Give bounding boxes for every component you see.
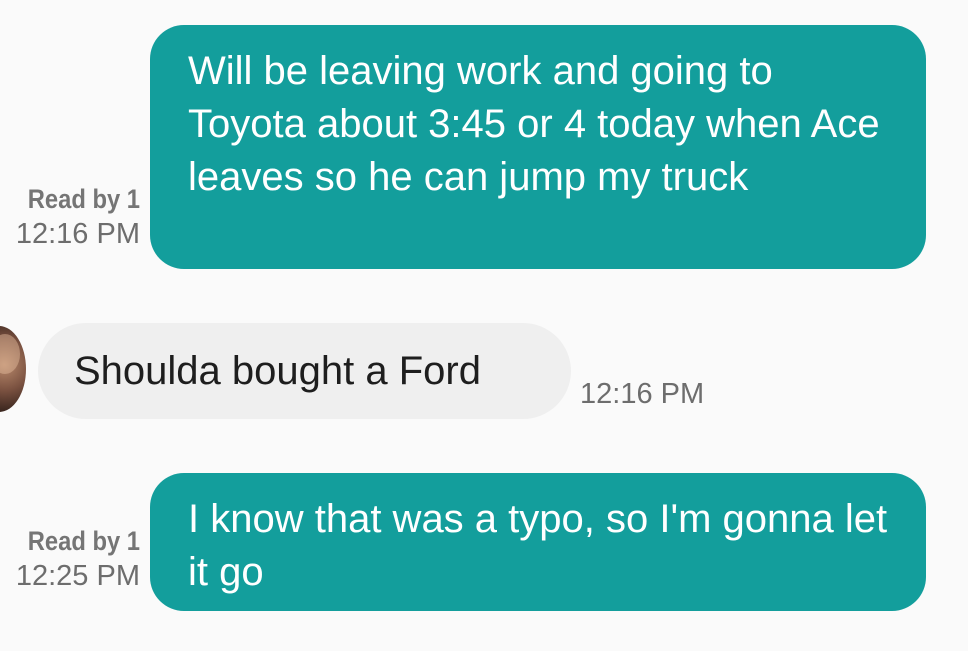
message-meta: Read by 1 12:16 PM bbox=[0, 182, 140, 252]
message-timestamp: 12:25 PM bbox=[15, 560, 140, 592]
message-thread: Read by 1 12:16 PM Will be leaving work … bbox=[0, 0, 968, 651]
contact-avatar[interactable] bbox=[0, 326, 26, 412]
incoming-message-bubble[interactable]: Shoulda bought a Ford bbox=[38, 323, 571, 419]
outgoing-message-bubble[interactable]: I know that was a typo, so I'm gonna let… bbox=[150, 473, 926, 611]
read-receipt: Read by 1 bbox=[27, 526, 140, 556]
outgoing-message-bubble[interactable]: Will be leaving work and going to Toyota… bbox=[150, 25, 926, 269]
message-meta: Read by 1 12:25 PM bbox=[0, 524, 140, 594]
message-timestamp: 12:16 PM bbox=[15, 218, 140, 250]
message-timestamp: 12:16 PM bbox=[580, 378, 705, 410]
read-receipt: Read by 1 bbox=[27, 184, 140, 214]
message-text: I know that was a typo, so I'm gonna let… bbox=[188, 497, 888, 594]
message-text: Shoulda bought a Ford bbox=[74, 349, 481, 393]
message-text: Will be leaving work and going to Toyota… bbox=[188, 49, 880, 199]
